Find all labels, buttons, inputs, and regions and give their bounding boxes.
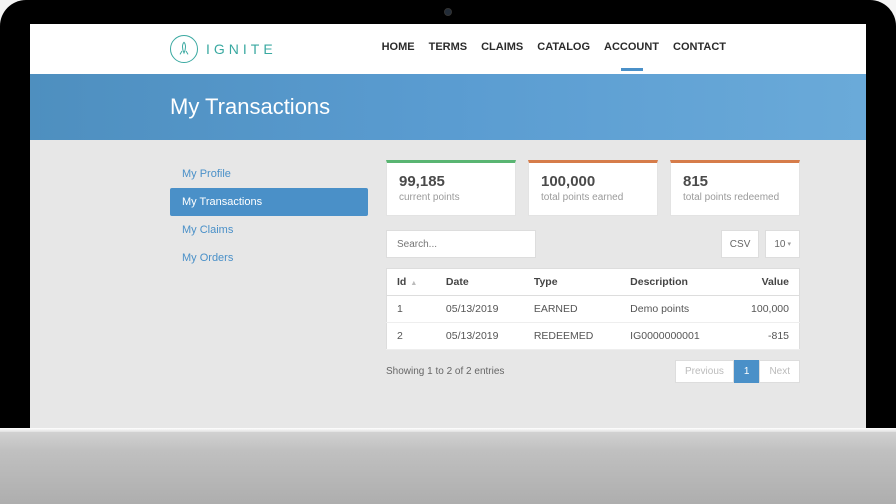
card-label: total points redeemed: [683, 192, 787, 203]
main-nav: HOME TERMS CLAIMS CATALOG ACCOUNT CONTAC…: [382, 41, 726, 57]
page-title: My Transactions: [170, 94, 330, 120]
nav-catalog[interactable]: CATALOG: [537, 41, 590, 57]
nav-contact[interactable]: CONTACT: [673, 41, 726, 57]
col-date[interactable]: Date: [436, 269, 524, 296]
table-row[interactable]: 1 05/13/2019 EARNED Demo points 100,000: [387, 296, 800, 323]
sidenav-claims[interactable]: My Claims: [170, 216, 368, 244]
app-screen: IGNITE HOME TERMS CLAIMS CATALOG ACCOUNT…: [30, 24, 866, 428]
brand-logo[interactable]: IGNITE: [170, 35, 277, 63]
page-size-select[interactable]: 10: [765, 230, 800, 258]
top-bar: IGNITE HOME TERMS CLAIMS CATALOG ACCOUNT…: [30, 24, 866, 74]
pager-prev[interactable]: Previous: [675, 360, 734, 383]
brand-name: IGNITE: [206, 41, 277, 57]
nav-claims[interactable]: CLAIMS: [481, 41, 523, 57]
entries-info: Showing 1 to 2 of 2 entries: [386, 366, 504, 377]
side-nav: My Profile My Transactions My Claims My …: [170, 160, 368, 383]
card-value: 815: [683, 173, 787, 190]
sidenav-orders[interactable]: My Orders: [170, 244, 368, 272]
transactions-table: Id▲ Date Type Description Value 1 05/13/…: [386, 268, 800, 350]
col-id[interactable]: Id▲: [387, 269, 436, 296]
monitor-stand: [0, 428, 896, 504]
card-label: current points: [399, 192, 503, 203]
card-total-earned: 100,000 total points earned: [528, 160, 658, 216]
card-label: total points earned: [541, 192, 645, 203]
card-total-redeemed: 815 total points redeemed: [670, 160, 800, 216]
card-current-points: 99,185 current points: [386, 160, 516, 216]
col-type[interactable]: Type: [524, 269, 620, 296]
pager-page-1[interactable]: 1: [734, 360, 760, 383]
content-area: My Profile My Transactions My Claims My …: [30, 140, 866, 383]
sidenav-profile[interactable]: My Profile: [170, 160, 368, 188]
nav-home[interactable]: HOME: [382, 41, 415, 57]
nav-terms[interactable]: TERMS: [429, 41, 468, 57]
monitor-frame: IGNITE HOME TERMS CLAIMS CATALOG ACCOUNT…: [0, 0, 896, 428]
table-row[interactable]: 2 05/13/2019 REDEEMED IG0000000001 -815: [387, 323, 800, 350]
camera-dot: [444, 8, 452, 16]
search-input[interactable]: [386, 230, 536, 258]
table-footer: Showing 1 to 2 of 2 entries Previous 1 N…: [386, 360, 800, 383]
col-description[interactable]: Description: [620, 269, 728, 296]
main-panel: 99,185 current points 100,000 total poin…: [386, 160, 800, 383]
summary-cards: 99,185 current points 100,000 total poin…: [386, 160, 800, 216]
page-banner: My Transactions: [30, 74, 866, 140]
col-value[interactable]: Value: [729, 269, 800, 296]
rocket-icon: [170, 35, 198, 63]
card-value: 100,000: [541, 173, 645, 190]
sidenav-transactions[interactable]: My Transactions: [170, 188, 368, 216]
table-toolbar: CSV 10: [386, 230, 800, 258]
export-csv-button[interactable]: CSV: [721, 230, 760, 258]
nav-account[interactable]: ACCOUNT: [604, 41, 659, 57]
pager-next[interactable]: Next: [759, 360, 800, 383]
sort-asc-icon: ▲: [410, 280, 417, 287]
pagination: Previous 1 Next: [675, 360, 800, 383]
card-value: 99,185: [399, 173, 503, 190]
